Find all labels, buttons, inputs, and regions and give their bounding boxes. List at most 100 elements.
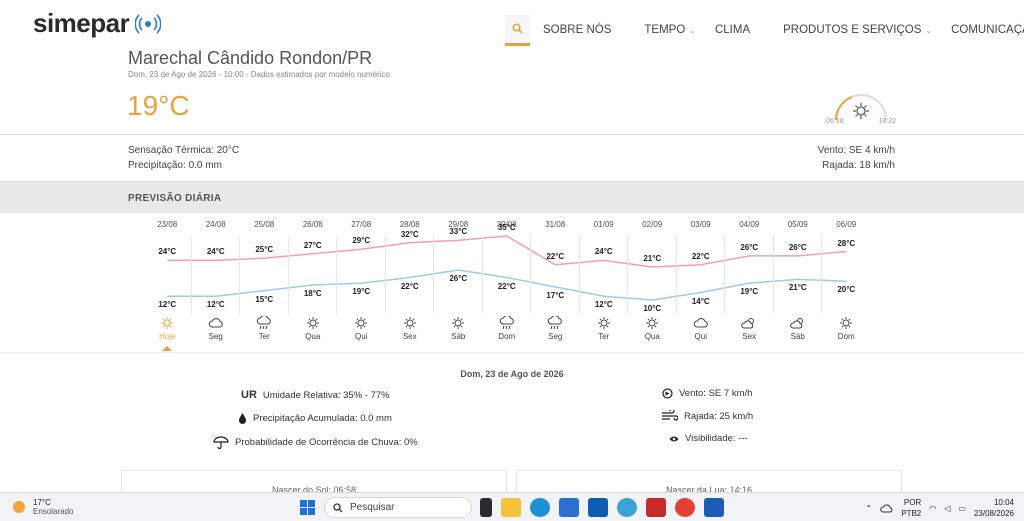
sun-icon	[289, 316, 338, 330]
globe-icon[interactable]	[617, 498, 637, 517]
forecast-date: 31/08	[545, 220, 566, 229]
wind: Vento: SE 4 km/h	[817, 145, 895, 156]
min-temp: 17°C	[546, 290, 565, 300]
forecast-day-name: Ter	[258, 332, 270, 341]
forecast-day[interactable]: 28/08 32°C 22°C Sex	[386, 214, 435, 348]
volume-icon[interactable]: ◁	[944, 504, 950, 513]
sunset-time: 18:22	[878, 118, 896, 125]
clock-time: 10:04	[993, 498, 1014, 507]
min-temp: 26°C	[449, 274, 468, 283]
battery-icon[interactable]: ▭	[958, 504, 966, 513]
forecast-date: 25/08	[254, 220, 275, 229]
max-temp: 27°C	[303, 240, 322, 250]
partly-icon	[725, 316, 774, 330]
min-temp: 10°C	[643, 304, 662, 313]
forecast-day[interactable]: 29/08 33°C 26°C Sáb	[434, 214, 483, 348]
forecast-day[interactable]: 26/08 27°C 18°C Qua	[289, 214, 338, 348]
forecast-day-name: Qua	[644, 332, 660, 341]
nav-clima[interactable]: CLIMA	[715, 24, 750, 36]
eye-icon	[669, 436, 679, 441]
sun-icon	[386, 316, 435, 330]
forecast-date: 28/08	[399, 220, 420, 229]
wind-compass-icon	[662, 388, 673, 399]
search-icon	[512, 23, 523, 34]
forecast-day[interactable]: 23/08 24°C 12°C Hoje	[143, 214, 192, 348]
max-temp: 22°C	[691, 251, 710, 261]
forecast-day-name: Dom	[837, 332, 855, 341]
visibility-text: Visibilidade: ---	[685, 433, 748, 444]
chrome-icon[interactable]	[675, 498, 695, 517]
windows-start-icon[interactable]	[300, 500, 315, 515]
wifi-icon[interactable]: ◠	[929, 504, 936, 513]
outlook-icon[interactable]	[588, 498, 608, 517]
min-temp: 21°C	[788, 283, 807, 293]
lang-line-2: PTB2	[901, 509, 922, 518]
word-icon[interactable]	[704, 498, 724, 517]
nav-comunicacao[interactable]: COMUNICAÇÃO⌄	[951, 24, 1024, 36]
drop-icon	[239, 413, 246, 424]
max-temp: 24°C	[206, 247, 225, 257]
cloud-icon[interactable]	[880, 504, 893, 513]
pdf-icon[interactable]	[646, 498, 666, 517]
simepar-logo[interactable]: simepar	[33, 8, 162, 39]
daily-forecast-chart: 23/08 24°C 12°C Hoje 24/08 24°C 12°C Seg 25/08 25…	[143, 214, 871, 351]
nav-sobre-nos[interactable]: SOBRE NÓS	[543, 24, 611, 36]
forecast-day[interactable]: 05/09 26°C 21°C Sáb	[774, 214, 823, 348]
nav-label: PRODUTOS E SERVIÇOS	[783, 24, 922, 36]
clock[interactable]: 10:04 23/08/2026	[974, 497, 1014, 519]
wind-text: Vento: SE 7 km/h	[679, 388, 753, 399]
forecast-day[interactable]: 30/08 35°C 22°C Dom	[483, 214, 531, 348]
task-view-icon[interactable]	[480, 498, 492, 517]
taskbar-weather-temp: 17°C	[33, 498, 51, 507]
wind-row: Vento: SE 7 km/h	[662, 388, 752, 399]
forecast-day[interactable]: 27/08 29°C 19°C Qui	[337, 214, 386, 348]
radar-icon	[135, 13, 162, 34]
max-temp: 32°C	[400, 229, 419, 239]
forecast-day[interactable]: 03/09 22°C 14°C Qui	[677, 214, 726, 348]
taskbar-search[interactable]: Pesquisar	[324, 497, 472, 518]
max-temp: 29°C	[352, 236, 371, 246]
nav-produtos[interactable]: PRODUTOS E SERVIÇOS ⌄	[783, 24, 932, 36]
forecast-day[interactable]: 24/08 24°C 12°C Seg	[192, 214, 240, 348]
file-explorer-icon[interactable]	[501, 498, 521, 517]
gust-row: Rajada: 25 km/h	[661, 410, 753, 422]
today-marker	[162, 346, 173, 351]
max-temp: 35°C	[497, 223, 516, 232]
forecast-day-name: Dom	[498, 332, 516, 341]
forecast-day-name: Qui	[355, 332, 368, 341]
max-temp: 21°C	[643, 254, 662, 263]
precip-text: Precipitação Acumulada: 0.0 mm	[253, 413, 392, 424]
input-language[interactable]: POR PTB2	[901, 497, 921, 519]
forecast-day-name: Sáb	[451, 332, 466, 341]
sunrise-card: Nascer do Sol: 06:58	[121, 470, 507, 495]
forecast-day[interactable]: 25/08 25°C 15°C Ter	[240, 214, 289, 348]
max-temp: 24°C	[594, 247, 613, 257]
taskbar-weather[interactable]: 17°C Ensolarado	[12, 498, 73, 516]
forecast-day[interactable]: 31/08 22°C 17°C Seg	[531, 214, 580, 348]
forecast-day-name: Seg	[548, 332, 563, 341]
forecast-day[interactable]: 04/09 26°C 19°C Sex	[725, 214, 774, 348]
forecast-day[interactable]: 01/09 24°C 12°C Ter	[580, 214, 628, 348]
chevron-up-icon[interactable]: ⌃	[866, 504, 873, 513]
cloud-icon	[677, 316, 726, 330]
sun-icon	[822, 316, 871, 330]
forecast-date: 03/09	[690, 220, 711, 229]
nav-tempo[interactable]: TEMPO ⌄	[644, 24, 696, 36]
chevron-down-icon: ⌄	[689, 25, 696, 35]
max-temp: 28°C	[837, 238, 856, 248]
forecast-day[interactable]: 06/09 28°C 20°C Dom	[822, 214, 871, 348]
nav-label: CLIMA	[714, 24, 751, 36]
max-temp: 26°C	[788, 242, 807, 252]
sun-icon	[628, 316, 677, 330]
partly-icon	[774, 316, 823, 330]
edge-icon[interactable]	[530, 498, 550, 517]
forecast-day-name: Ter	[598, 332, 610, 341]
search-button[interactable]	[505, 14, 530, 46]
lang-line-1: POR	[903, 498, 922, 507]
forecast-day[interactable]: 02/09 21°C 10°C Qua	[628, 214, 677, 348]
nav-label: SOBRE NÓS	[543, 24, 612, 36]
store-icon[interactable]	[559, 498, 579, 517]
search-icon	[333, 502, 343, 512]
min-temp: 18°C	[303, 289, 322, 298]
forecast-day-name: Sex	[742, 332, 757, 341]
